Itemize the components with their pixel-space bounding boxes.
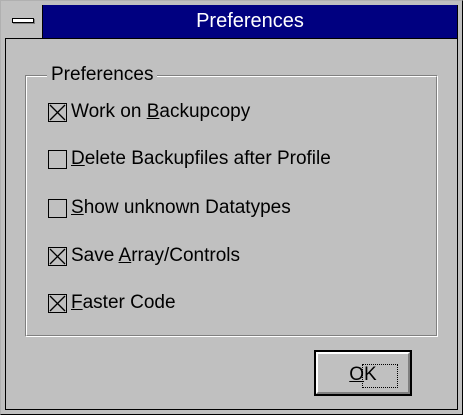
checkbox-box[interactable] bbox=[48, 293, 67, 313]
preferences-dialog: Preferences Preferences Work on Backupco… bbox=[0, 0, 463, 415]
checkbox-show-unknown-datatypes[interactable]: Show unknown Datatypes bbox=[48, 196, 291, 220]
system-menu-button[interactable] bbox=[5, 5, 43, 38]
checkbox-delete-backupfiles[interactable]: Delete Backupfiles after Profile bbox=[48, 147, 331, 171]
checkbox-box[interactable] bbox=[48, 246, 67, 266]
check-x-icon bbox=[49, 104, 66, 120]
checkbox-box[interactable] bbox=[48, 198, 67, 218]
checkbox-label: Save Array/Controls bbox=[71, 245, 240, 266]
system-menu-icon bbox=[12, 18, 34, 23]
checkbox-box[interactable] bbox=[48, 149, 67, 169]
checkbox-work-on-backupcopy[interactable]: Work on Backupcopy bbox=[48, 100, 250, 124]
checkbox-save-array-controls[interactable]: Save Array/Controls bbox=[48, 244, 240, 268]
check-x-icon bbox=[49, 295, 66, 311]
checkbox-faster-code[interactable]: Faster Code bbox=[48, 291, 176, 315]
window-title: Preferences bbox=[196, 10, 304, 32]
checkbox-label: Delete Backupfiles after Profile bbox=[71, 148, 331, 169]
checkbox-label: Show unknown Datatypes bbox=[71, 197, 291, 218]
checkbox-label: Work on Backupcopy bbox=[71, 101, 251, 122]
title-bar[interactable]: Preferences bbox=[5, 5, 457, 39]
groupbox-label: Preferences bbox=[47, 64, 158, 86]
checkbox-label: Faster Code bbox=[71, 292, 176, 313]
check-x-icon bbox=[49, 248, 66, 264]
ok-button-label: OK bbox=[349, 364, 377, 385]
checkbox-box[interactable] bbox=[48, 102, 67, 122]
ok-button[interactable]: OK bbox=[314, 350, 412, 396]
